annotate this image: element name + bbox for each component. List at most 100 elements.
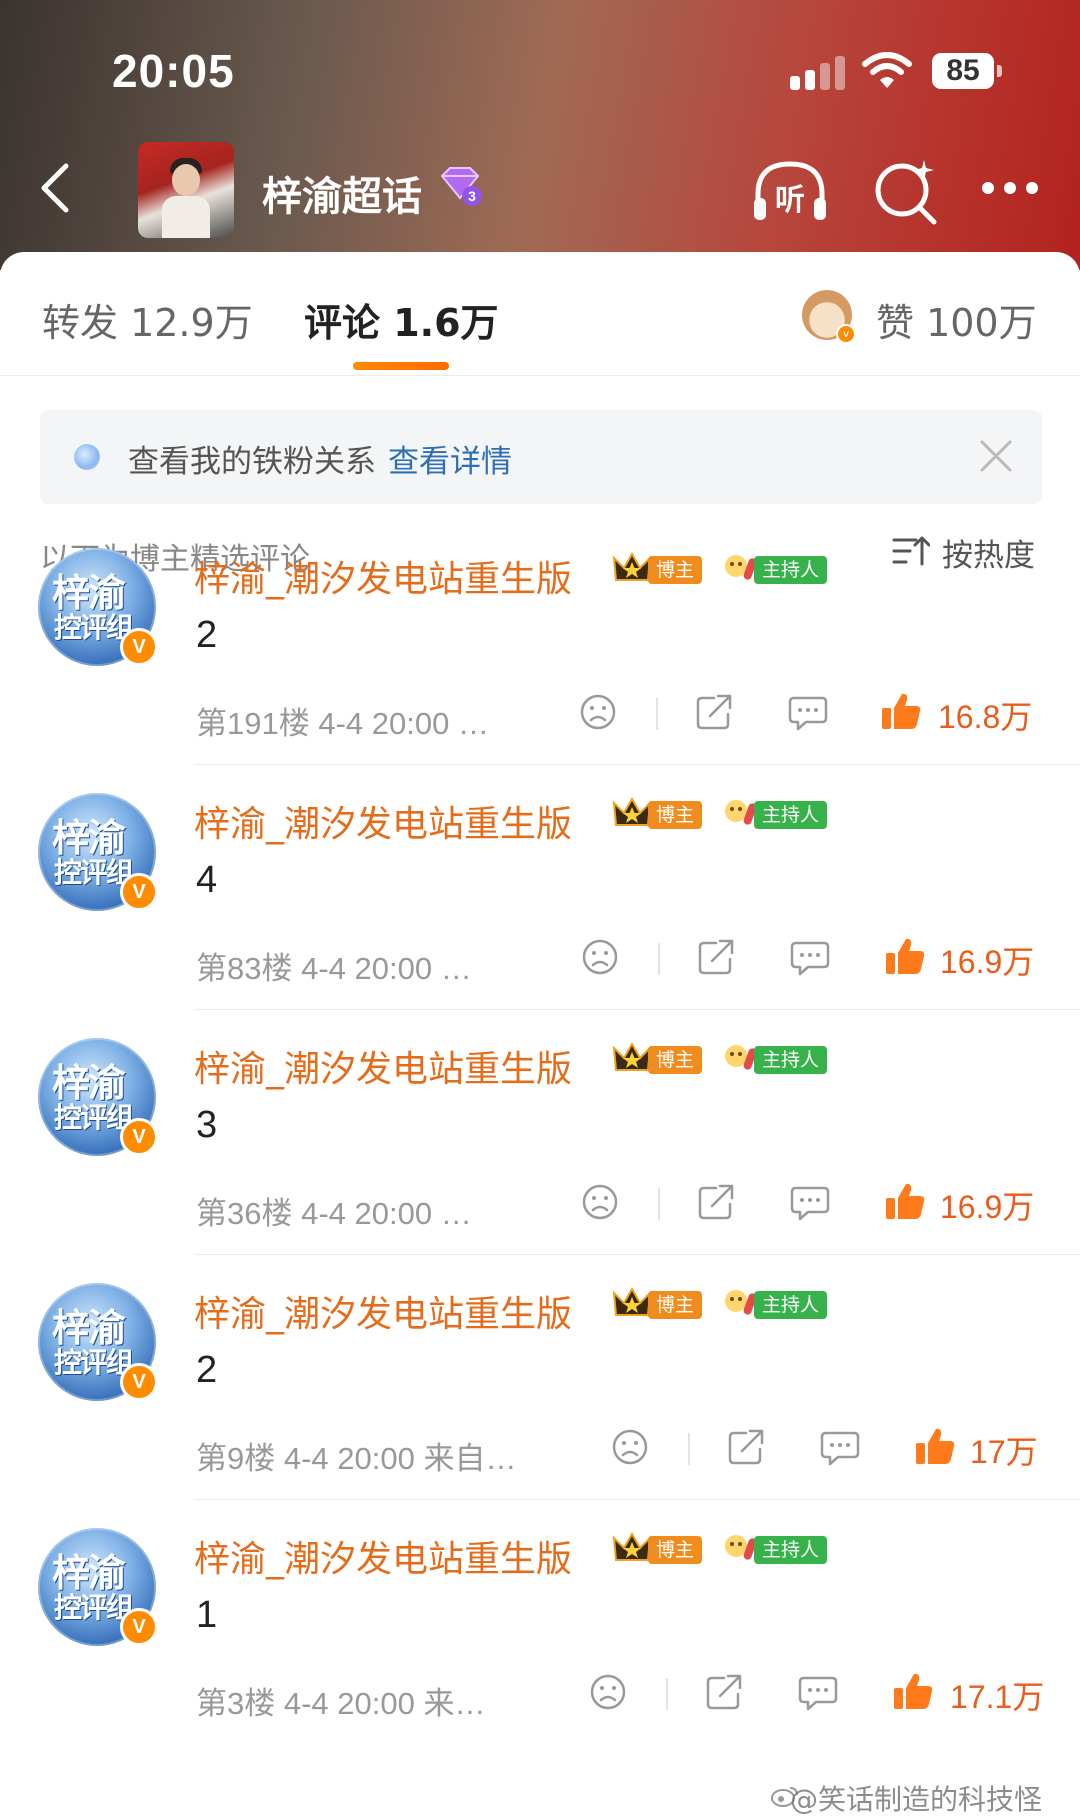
comment-actions: 16.9万 [0, 933, 1080, 989]
host-badge-label: 主持人 [754, 801, 828, 829]
action-divider [666, 1678, 668, 1710]
page-title[interactable]: 梓渝超话 [262, 164, 422, 222]
host-badge-label: 主持人 [754, 556, 828, 584]
commenter-name[interactable]: 梓渝_潮汐发电站重生版 [194, 1285, 572, 1337]
like-count: 16.9万 [940, 944, 1035, 980]
comment-actions: 16.9万 [0, 1178, 1080, 1234]
commenter-name[interactable]: 梓渝_潮汐发电站重生版 [194, 795, 572, 847]
thumbs-up-icon[interactable] [884, 935, 926, 977]
share-icon[interactable] [704, 1672, 744, 1712]
tab-repost[interactable]: 转发 12.9万 [42, 292, 253, 347]
reply-bubble-icon[interactable] [820, 1429, 860, 1467]
diamond-level-icon: 3 [440, 167, 482, 206]
fan-banner-label: 查看我的铁粉关系 [128, 444, 376, 480]
share-icon[interactable] [696, 1182, 736, 1222]
host-badge-label: 主持人 [754, 1046, 828, 1074]
dislike-face-icon[interactable] [610, 1427, 650, 1467]
thumbs-up-icon[interactable] [880, 690, 922, 732]
comment-text: 1 [196, 1594, 218, 1636]
like-count: 16.8万 [938, 699, 1033, 735]
comment-actions: 17万 [0, 1423, 1080, 1479]
active-tab-indicator [353, 362, 449, 370]
tab-bar: 转发 12.9万 评论 1.6万 v 赞 100万 [0, 252, 1080, 376]
verified-badge-icon: V [120, 873, 158, 911]
commenter-name[interactable]: 梓渝_潮汐发电站重生版 [194, 550, 572, 602]
comment-item[interactable]: 梓渝 控评组 V 梓渝_潮汐发电站重生版 博主 主持人 3 第36楼 4-4 2… [0, 1010, 1080, 1255]
comments-panel: 转发 12.9万 评论 1.6万 v 赞 100万 查看我的铁粉关系 查看详情 以… [0, 252, 1080, 1818]
fan-relationship-banner[interactable]: 查看我的铁粉关系 查看详情 [40, 410, 1042, 504]
commenter-avatar[interactable]: 梓渝 控评组 V [38, 1528, 158, 1646]
status-time: 20:05 [112, 45, 235, 97]
close-icon[interactable] [978, 438, 1014, 474]
comment-text: 2 [196, 614, 218, 656]
battery-indicator: 85 [932, 53, 1002, 89]
crown-icon [612, 796, 652, 826]
reply-bubble-icon[interactable] [790, 1184, 830, 1222]
dislike-face-icon[interactable] [580, 1182, 620, 1222]
comment-item[interactable]: 梓渝 控评组 V 梓渝_潮汐发电站重生版 博主 主持人 2 [0, 1255, 1080, 1500]
back-arrow-icon[interactable] [30, 158, 80, 218]
search-icon[interactable] [870, 156, 942, 228]
wifi-icon [862, 52, 912, 88]
host-badge: 主持人 [720, 1285, 832, 1323]
tab-comments[interactable]: 评论 1.6万 [304, 292, 499, 347]
host-badge: 主持人 [720, 550, 832, 588]
blogger-badge: 博主 [612, 550, 712, 588]
liker-avatar: v [802, 290, 856, 344]
share-icon[interactable] [696, 937, 736, 977]
share-icon[interactable] [694, 692, 734, 732]
like-count: 17万 [970, 1434, 1038, 1470]
verified-badge-icon: V [120, 628, 158, 666]
listen-label: 听 [775, 183, 805, 218]
more-options-icon[interactable] [978, 182, 1042, 196]
blogger-badge: 博主 [612, 1530, 712, 1568]
comment-text: 3 [196, 1104, 218, 1146]
dislike-face-icon[interactable] [580, 937, 620, 977]
thumbs-up-icon[interactable] [914, 1425, 956, 1467]
host-badge-label: 主持人 [754, 1536, 828, 1564]
comment-actions: 16.8万 [0, 688, 1080, 744]
comment-item[interactable]: 梓渝 控评组 V 梓渝_潮汐发电站重生版 博主 主持人 1 第3楼 4-4 20… [0, 1500, 1080, 1745]
share-icon[interactable] [726, 1427, 766, 1467]
commenter-avatar[interactable]: 梓渝 控评组 V [38, 1038, 158, 1156]
host-badge-label: 主持人 [754, 1291, 828, 1319]
commenter-name[interactable]: 梓渝_潮汐发电站重生版 [194, 1040, 572, 1092]
blogger-badge-label: 博主 [648, 556, 703, 584]
crown-icon [612, 1286, 652, 1316]
like-count: 16.9万 [940, 1189, 1035, 1225]
fan-details-link[interactable]: 查看详情 [388, 444, 512, 480]
dislike-face-icon[interactable] [588, 1672, 628, 1712]
fan-badge-icon [74, 444, 100, 470]
comment-item[interactable]: 梓渝 控评组 V 梓渝_潮汐发电站重生版 博主 主持人 4 第83楼 4-4 2… [0, 765, 1080, 1010]
commenter-avatar[interactable]: 梓渝 控评组 V [38, 793, 158, 911]
host-badge: 主持人 [720, 1530, 832, 1568]
thumbs-up-icon[interactable] [884, 1180, 926, 1222]
blogger-badge: 博主 [612, 1285, 712, 1323]
supertopic-avatar[interactable] [138, 142, 234, 238]
reply-bubble-icon[interactable] [798, 1674, 838, 1712]
blogger-badge-label: 博主 [648, 801, 703, 829]
verified-badge-icon: V [120, 1363, 158, 1401]
reply-bubble-icon[interactable] [788, 694, 828, 732]
commenter-name[interactable]: 梓渝_潮汐发电站重生版 [194, 1530, 572, 1582]
verified-badge-icon: V [120, 1608, 158, 1646]
action-divider [688, 1433, 690, 1465]
comment-item[interactable]: 梓渝 控评组 V 梓渝_潮汐发电站重生版 博主 主持人 2 [0, 520, 1080, 765]
action-divider [656, 698, 658, 730]
action-divider [658, 943, 660, 975]
comment-text: 4 [196, 859, 218, 901]
thumbs-up-icon[interactable] [892, 1670, 934, 1712]
blogger-badge-label: 博主 [648, 1536, 703, 1564]
reply-bubble-icon[interactable] [790, 939, 830, 977]
cellular-signal-icon [790, 56, 846, 90]
verified-badge-icon: V [120, 1118, 158, 1156]
fan-banner-text: 查看我的铁粉关系 查看详情 [128, 436, 512, 481]
commenter-avatar[interactable]: 梓渝 控评组 V [38, 548, 158, 666]
action-divider [658, 1188, 660, 1220]
dislike-face-icon[interactable] [578, 692, 618, 732]
host-badge: 主持人 [720, 795, 832, 833]
blogger-badge-label: 博主 [648, 1291, 703, 1319]
tab-likes[interactable]: 赞 100万 [876, 292, 1037, 347]
header: 20:05 85 梓渝超话 3 听 [0, 0, 1080, 270]
commenter-avatar[interactable]: 梓渝 控评组 V [38, 1283, 158, 1401]
